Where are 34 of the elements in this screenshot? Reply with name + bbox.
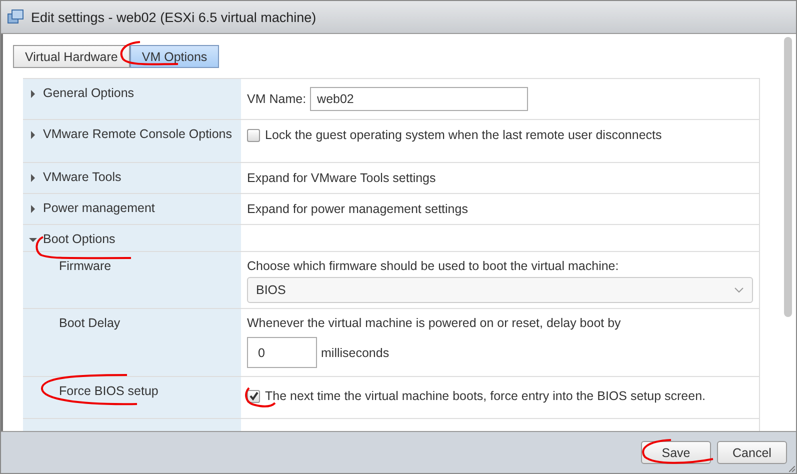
field-label: VM Name:: [247, 92, 306, 106]
description-text: Choose which firmware should be used to boot the virtual machine:: [247, 259, 620, 273]
setting-label: Boot Options: [43, 232, 116, 246]
checkbox[interactable]: [247, 128, 260, 142]
setting-label: VMware Remote Console Options: [43, 127, 232, 141]
unit-label: milliseconds: [321, 346, 390, 360]
expand-arrow-icon[interactable]: [29, 131, 37, 139]
setting-label: General Options: [43, 86, 134, 100]
tab[interactable]: Virtual Hardware: [13, 45, 130, 68]
expand-arrow-icon[interactable]: [29, 174, 37, 182]
resize-grip-icon[interactable]: [789, 466, 795, 472]
expand-arrow-icon[interactable]: [29, 90, 37, 98]
window-title: Edit settings - web02 (ESXi 6.5 virtual machine): [31, 10, 316, 24]
expand-arrow-icon[interactable]: [29, 205, 37, 213]
description-text: Whenever the virtual machine is powered on or reset, delay boot by: [247, 316, 622, 330]
scrollbar-thumb[interactable]: [784, 37, 792, 317]
expand-arrow-icon[interactable]: [29, 236, 37, 244]
tab[interactable]: VM Options: [130, 45, 220, 68]
chevron-down-icon: [734, 287, 744, 293]
setting-label: Power management: [43, 201, 155, 215]
checkbox[interactable]: [247, 390, 260, 402]
checkbox-label: Lock the guest operating system when the last remote user disconnects: [265, 128, 662, 142]
hint-text: Expand for power management settings: [247, 202, 468, 216]
hint-text: Expand for VMware Tools settings: [247, 171, 436, 185]
dialog-button[interactable]: Cancel: [717, 441, 787, 464]
setting-label: Firmware: [58, 259, 112, 273]
vm-name-field[interactable]: web02: [310, 87, 528, 111]
setting-label: Boot Delay: [58, 316, 120, 330]
window-icon: [7, 9, 25, 25]
delay-field[interactable]: 0: [247, 337, 317, 368]
checkbox-label: The next time the virtual machine boots, force entry into the BIOS setup screen.: [265, 389, 706, 403]
firmware-dropdown[interactable]: BIOS: [247, 277, 753, 303]
setting-label: Force BIOS setup: [58, 384, 158, 398]
setting-label: VMware Tools: [43, 170, 122, 184]
